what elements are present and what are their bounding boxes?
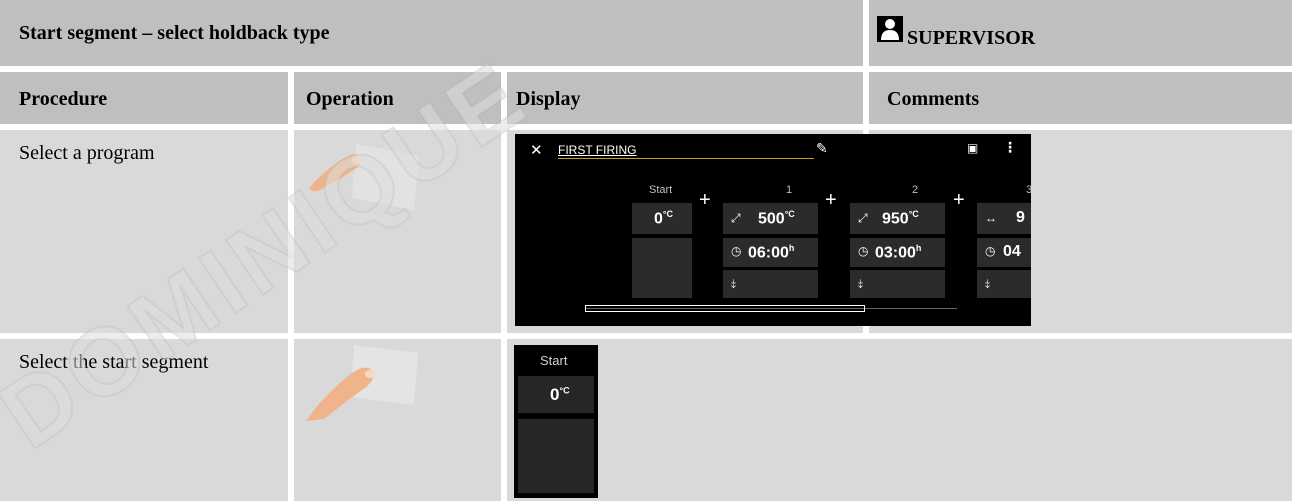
segment3-temp: 9 bbox=[1016, 209, 1025, 226]
segment2-event-box[interactable] bbox=[850, 270, 945, 298]
start-temp: 0°C bbox=[550, 385, 570, 404]
segment2-temp: 950°C bbox=[882, 209, 919, 228]
add-segment-icon[interactable]: + bbox=[825, 189, 837, 212]
segment1-label: 1 bbox=[786, 184, 793, 196]
close-icon[interactable]: ✕ bbox=[530, 141, 543, 159]
col-header-comments: Comments bbox=[869, 72, 1292, 124]
clock-icon: ◷ bbox=[731, 244, 742, 258]
start-label: Start bbox=[649, 184, 673, 196]
start-empty-box bbox=[518, 419, 594, 493]
ramp-up-icon: ⤢ bbox=[731, 211, 741, 225]
add-event-icon: ⤈ bbox=[985, 276, 991, 290]
start-temp: 0°C bbox=[654, 209, 674, 228]
col-operation-label: Operation bbox=[306, 88, 394, 110]
add-segment-icon[interactable]: + bbox=[953, 189, 965, 212]
segment1-temp: 500°C bbox=[758, 209, 795, 228]
col-display-label: Display bbox=[516, 88, 581, 110]
add-event-icon: ⤈ bbox=[731, 276, 737, 290]
col-header-procedure: Procedure bbox=[0, 72, 288, 124]
segment3-label: 3 bbox=[1026, 184, 1031, 196]
start-label: Start bbox=[540, 353, 568, 368]
row2-display-cell bbox=[507, 339, 1292, 501]
row1-operation-cell bbox=[294, 130, 501, 333]
header-role-cell: SUPERVISOR bbox=[869, 0, 1292, 66]
row2-procedure-text: Select the start segment bbox=[19, 351, 209, 373]
program-name-underline bbox=[558, 158, 814, 159]
segment1-time: 06:00h bbox=[748, 243, 795, 262]
add-segment-icon[interactable]: + bbox=[699, 189, 711, 212]
role-label: SUPERVISOR bbox=[907, 27, 1036, 49]
more-icon[interactable]: ⋮ bbox=[1003, 139, 1017, 156]
col-procedure-label: Procedure bbox=[19, 88, 108, 110]
row2-operation-cell bbox=[294, 339, 501, 501]
row1-procedure-cell: Select a program bbox=[0, 130, 288, 333]
edit-icon[interactable]: ✎ bbox=[816, 140, 828, 157]
col-header-display: Display bbox=[507, 72, 863, 124]
clock-icon: ◷ bbox=[858, 244, 869, 258]
row2-procedure-cell: Select the start segment bbox=[0, 339, 288, 501]
clock-icon: ◷ bbox=[985, 244, 996, 258]
finger-touch-icon bbox=[309, 144, 419, 210]
add-event-icon: ⤈ bbox=[858, 276, 864, 290]
start-empty-box bbox=[632, 238, 692, 298]
scroll-thumb[interactable] bbox=[585, 305, 865, 312]
segment2-label: 2 bbox=[912, 184, 919, 196]
program-display-screen: ✕ FIRST FIRING ✎ ▣ ⋮ Start 0°C + 1 ⤢ 500… bbox=[515, 134, 1031, 326]
col-comments-label: Comments bbox=[887, 88, 980, 110]
save-icon[interactable]: ▣ bbox=[967, 141, 978, 155]
col-header-operation: Operation bbox=[294, 72, 501, 124]
segment3-time: 04 bbox=[1003, 243, 1021, 260]
program-name[interactable]: FIRST FIRING bbox=[558, 143, 636, 157]
ramp-up-icon: ⤢ bbox=[858, 211, 868, 225]
user-icon bbox=[877, 16, 903, 42]
header-title-cell: Start segment – select holdback type bbox=[0, 0, 863, 66]
segment2-time: 03:00h bbox=[875, 243, 922, 262]
segment1-event-box[interactable] bbox=[723, 270, 818, 298]
section-title: Start segment – select holdback type bbox=[19, 22, 330, 44]
start-segment-screen: Start 0°C bbox=[514, 345, 598, 498]
finger-touch-icon bbox=[306, 345, 418, 421]
row1-procedure-text: Select a program bbox=[19, 142, 155, 164]
hold-icon: ↔ bbox=[985, 211, 997, 225]
